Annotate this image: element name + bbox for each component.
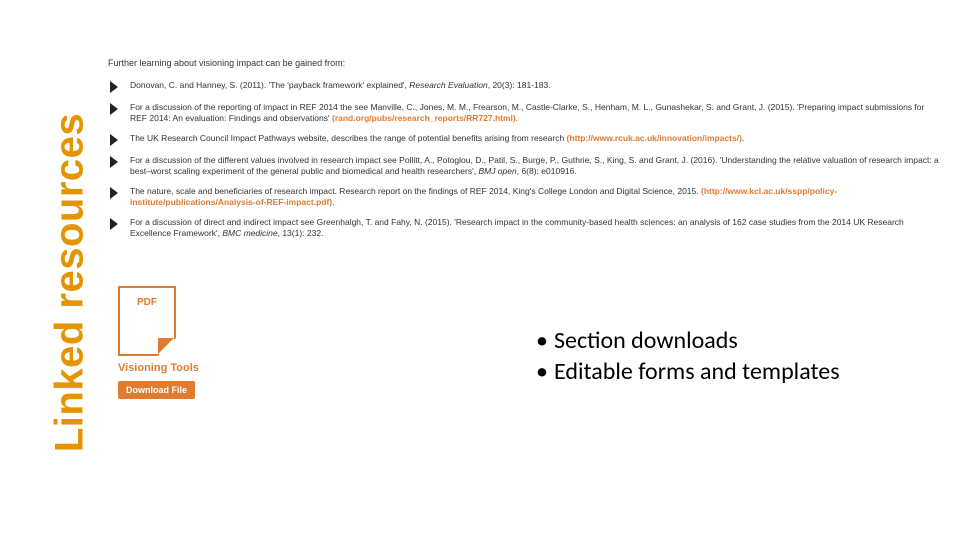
- reference-item: The UK Research Council Impact Pathways …: [108, 133, 940, 147]
- pdf-icon: PDF: [118, 286, 176, 356]
- reference-text: For a discussion of direct and indirect …: [130, 217, 940, 240]
- download-title: Visioning Tools: [118, 362, 208, 374]
- bullet-icon: •: [536, 325, 554, 356]
- download-button[interactable]: Download File: [118, 381, 195, 399]
- arrow-icon: [108, 217, 124, 231]
- reference-text: For a discussion of the different values…: [130, 155, 940, 178]
- reference-item: Donovan, C. and Hanney, S. (2011). 'The …: [108, 80, 940, 94]
- reference-link[interactable]: (http://www.rcuk.ac.uk/innovation/impact…: [567, 133, 742, 143]
- reference-link[interactable]: (rand.org/pubs/research_reports/RR727.ht…: [332, 113, 516, 123]
- summary-bullets: • Section downloads • Editable forms and…: [536, 325, 840, 387]
- reference-list: Donovan, C. and Hanney, S. (2011). 'The …: [108, 80, 940, 240]
- download-card: PDF Visioning Tools Download File: [118, 286, 208, 399]
- summary-item: • Editable forms and templates: [536, 356, 840, 387]
- reference-item: The nature, scale and beneficiaries of r…: [108, 186, 940, 209]
- reference-item: For a discussion of the different values…: [108, 155, 940, 178]
- arrow-icon: [108, 155, 124, 169]
- summary-text: Section downloads: [554, 325, 738, 356]
- sidebar-title: Linked resources: [48, 113, 93, 452]
- summary-text: Editable forms and templates: [554, 356, 840, 387]
- reference-item: For a discussion of the reporting of imp…: [108, 102, 940, 125]
- reference-text: The UK Research Council Impact Pathways …: [130, 133, 940, 144]
- arrow-icon: [108, 133, 124, 147]
- reference-item: For a discussion of direct and indirect …: [108, 217, 940, 240]
- reference-text: For a discussion of the reporting of imp…: [130, 102, 940, 125]
- arrow-icon: [108, 80, 124, 94]
- intro-text: Further learning about visioning impact …: [108, 58, 940, 68]
- summary-item: • Section downloads: [536, 325, 840, 356]
- arrow-icon: [108, 186, 124, 200]
- reference-text: Donovan, C. and Hanney, S. (2011). 'The …: [130, 80, 940, 91]
- bullet-icon: •: [536, 356, 554, 387]
- content-area: Further learning about visioning impact …: [108, 58, 940, 248]
- pdf-badge: PDF: [131, 296, 163, 309]
- reference-text: The nature, scale and beneficiaries of r…: [130, 186, 940, 209]
- arrow-icon: [108, 102, 124, 116]
